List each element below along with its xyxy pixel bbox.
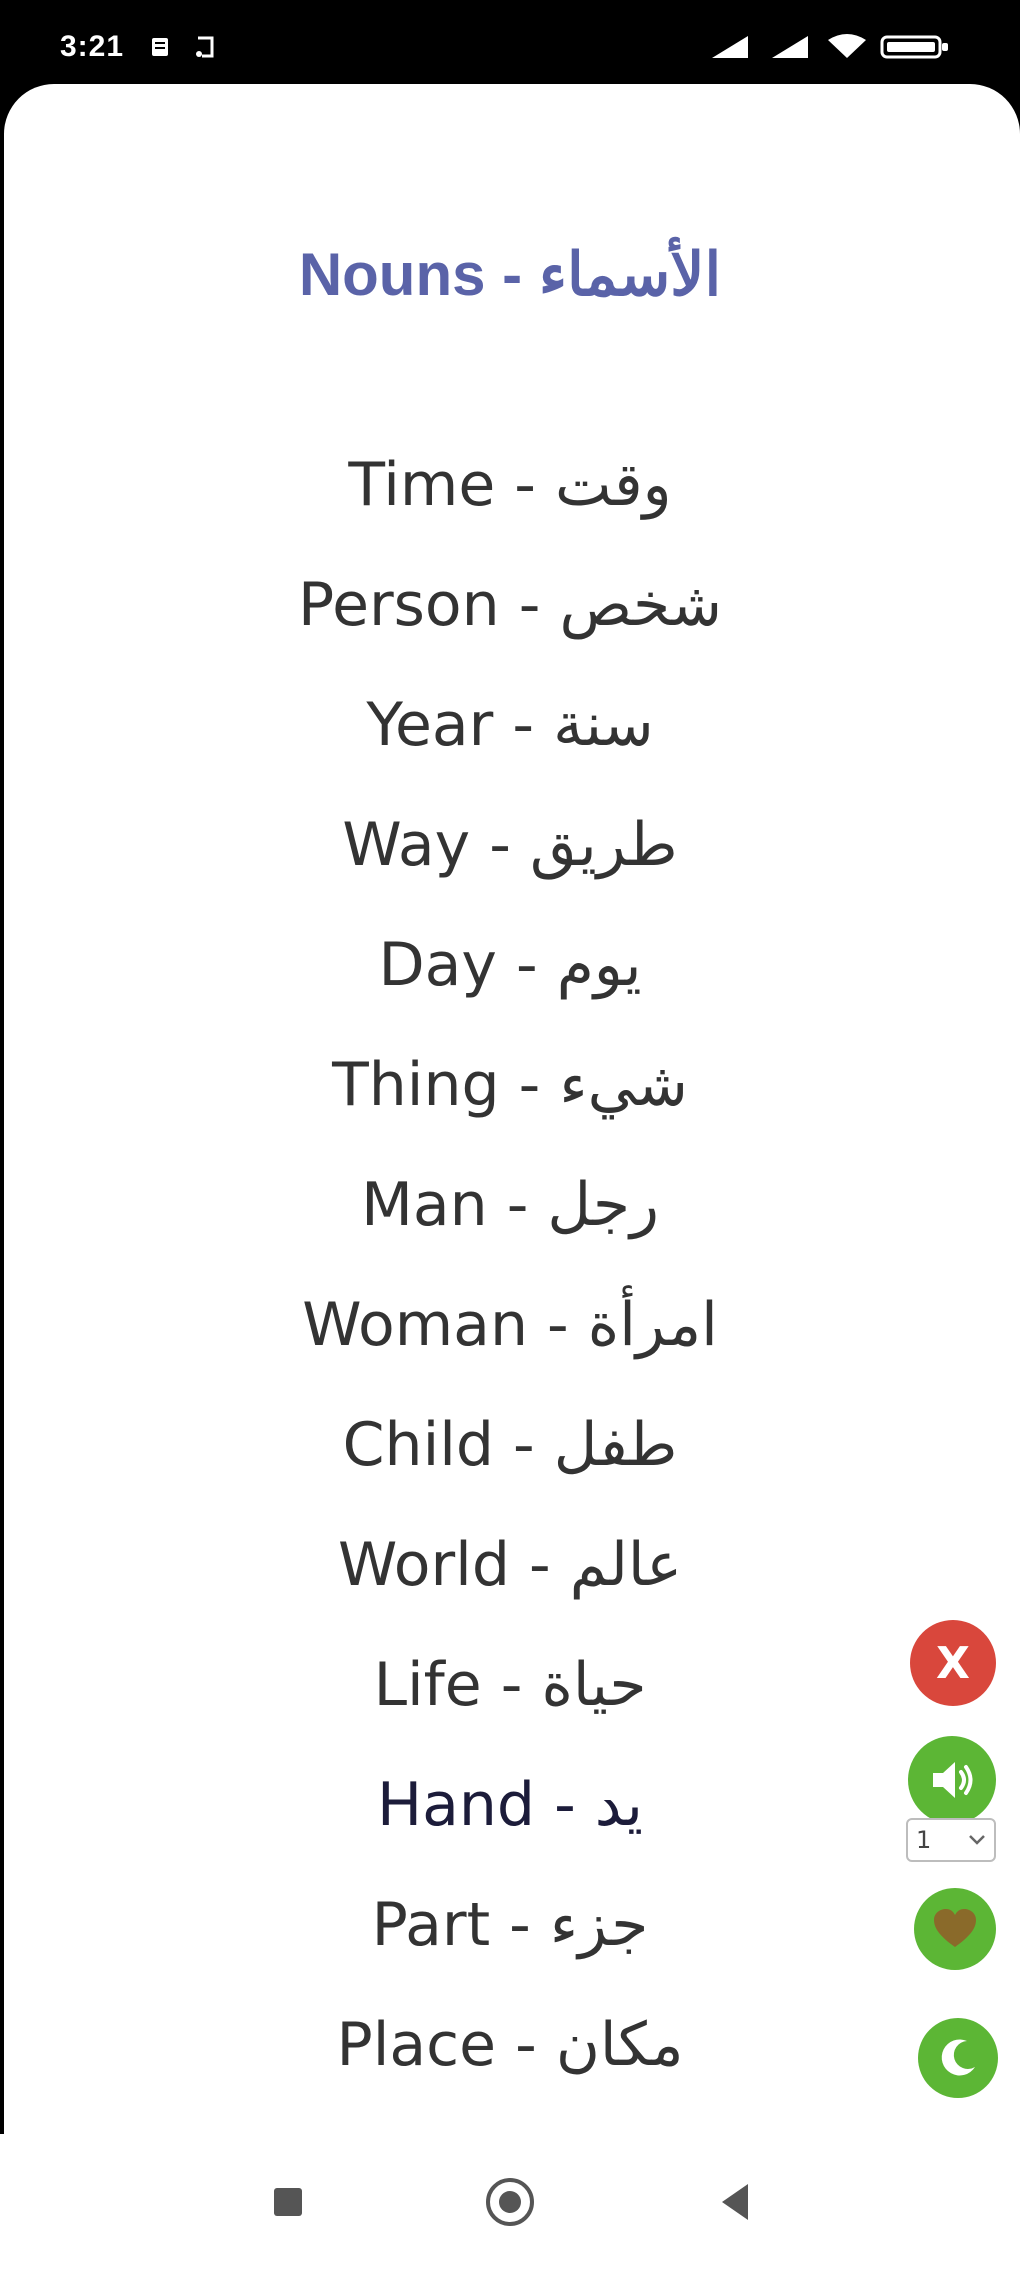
speed-value: 1 (916, 1826, 932, 1854)
heart-icon (934, 1909, 976, 1947)
wifi-icon (828, 34, 866, 58)
favorite-button[interactable] (914, 1888, 996, 1970)
list-item[interactable]: Person - شخص (0, 545, 1020, 665)
speak-button[interactable] (908, 1736, 996, 1824)
list-item[interactable]: World - عالم (0, 1505, 1020, 1625)
list-item[interactable]: Life - حياة (0, 1625, 1020, 1745)
chevron-down-icon (969, 1835, 985, 1845)
notification-icon (152, 38, 168, 56)
home-button[interactable] (472, 2164, 548, 2240)
recent-apps-icon (274, 2188, 302, 2216)
back-button[interactable] (698, 2164, 774, 2240)
status-time: 3:21 (60, 30, 125, 63)
list-item[interactable]: Man - رجل (0, 1145, 1020, 1265)
list-item[interactable]: Part - جزء (0, 1865, 1020, 1985)
list-item[interactable]: Hand - يد (0, 1745, 1020, 1865)
home-icon (486, 2178, 534, 2226)
noun-list[interactable]: Time - وقت Person - شخص Year - سنة Way -… (0, 425, 1020, 2140)
back-icon (722, 2184, 748, 2220)
list-item[interactable]: Way - طريق (0, 785, 1020, 905)
close-icon: X (936, 1637, 970, 1689)
status-bar: 3:21 (0, 0, 1020, 86)
close-button[interactable]: X (910, 1620, 996, 1706)
recent-apps-button[interactable] (250, 2164, 326, 2240)
list-item[interactable]: Year - سنة (0, 665, 1020, 785)
night-mode-button[interactable] (918, 2018, 998, 2098)
speaker-icon (933, 1762, 973, 1798)
battery-icon (880, 35, 948, 59)
page-title: Nouns - الأسماء (298, 241, 722, 308)
navigation-bar (0, 2134, 1020, 2270)
screen: 3:21 Nouns - الأسماء Time - وقت Person -… (0, 0, 1020, 2270)
list-item[interactable]: Woman - امرأة (0, 1265, 1020, 1385)
list-item[interactable]: Thing - شيء (0, 1025, 1020, 1145)
moon-icon (941, 2039, 975, 2076)
speed-select[interactable]: 1 (906, 1818, 996, 1862)
signal-icon (712, 36, 748, 58)
list-item[interactable]: Day - يوم (0, 905, 1020, 1025)
list-item[interactable]: Time - وقت (0, 425, 1020, 545)
signal-icon (772, 36, 808, 58)
cast-icon (196, 36, 214, 58)
list-item[interactable]: Child - طفل (0, 1385, 1020, 1505)
list-item[interactable]: Place - مكان (0, 1985, 1020, 2105)
